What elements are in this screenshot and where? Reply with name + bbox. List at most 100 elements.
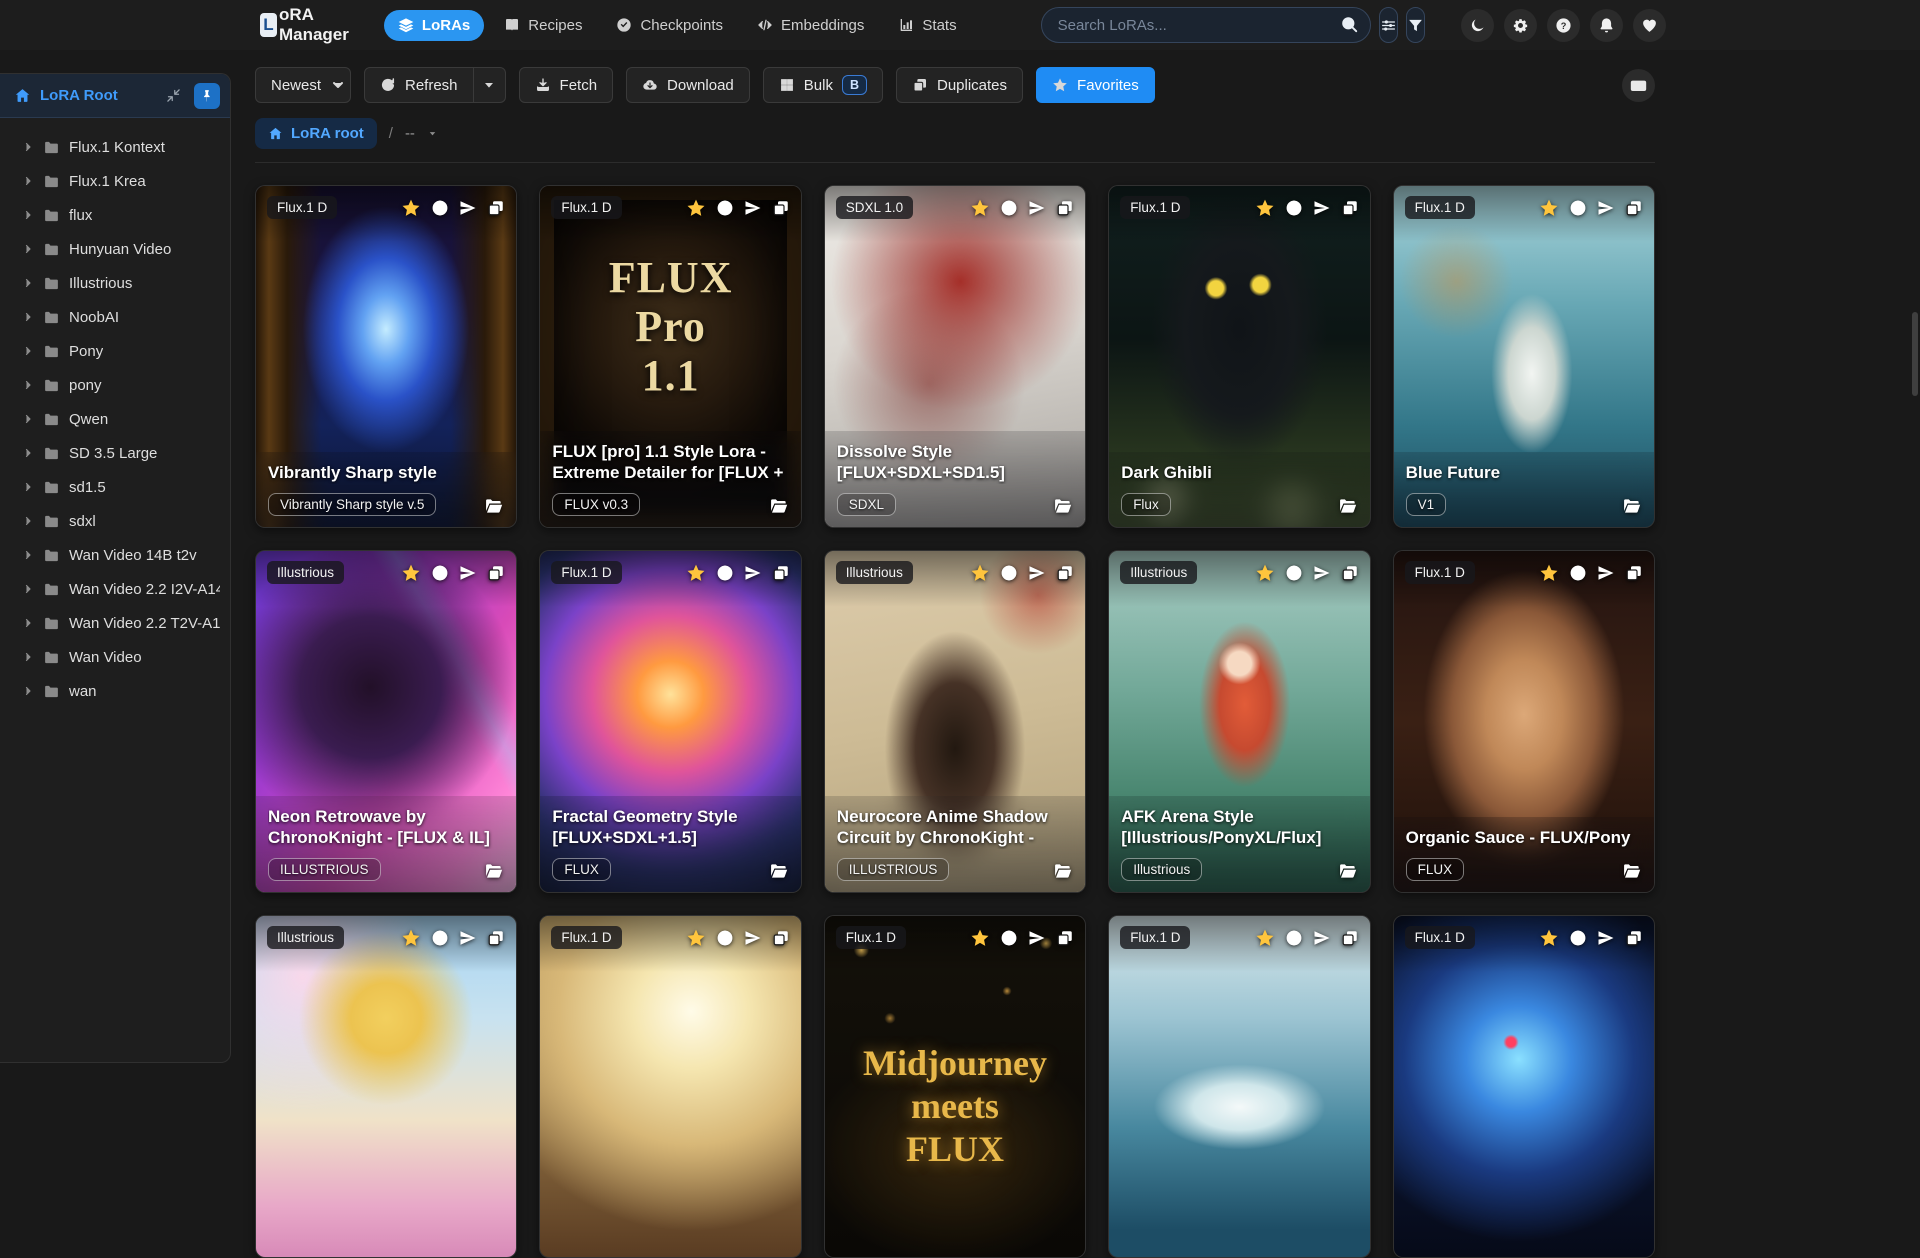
filter-button[interactable] <box>1406 7 1425 43</box>
duplicates-button[interactable]: Duplicates <box>896 67 1023 103</box>
copy-icon[interactable] <box>1341 564 1359 582</box>
lora-card[interactable]: Flux.1 D <box>255 185 517 528</box>
favorite-star-icon[interactable] <box>1539 198 1559 218</box>
globe-icon[interactable] <box>716 199 734 217</box>
folder-tree-item[interactable]: wan <box>0 674 230 708</box>
pin-sidebar-button[interactable] <box>194 83 220 109</box>
send-icon[interactable] <box>1313 199 1331 217</box>
chevron-right-icon[interactable] <box>22 277 34 289</box>
bulk-button[interactable]: Bulk B <box>763 67 883 103</box>
support-button[interactable] <box>1633 9 1666 42</box>
folder-tree-item[interactable]: pony <box>0 368 230 402</box>
help-button[interactable]: ? <box>1547 9 1580 42</box>
send-icon[interactable] <box>1597 199 1615 217</box>
send-icon[interactable] <box>744 929 762 947</box>
chevron-right-icon[interactable] <box>22 379 34 391</box>
chevron-right-icon[interactable] <box>22 141 34 153</box>
copy-icon[interactable] <box>1625 929 1643 947</box>
send-icon[interactable] <box>1313 929 1331 947</box>
refresh-options-button[interactable] <box>474 67 506 103</box>
send-icon[interactable] <box>744 199 762 217</box>
folder-tree-item[interactable]: Flux.1 Kontext <box>0 130 230 164</box>
favorite-star-icon[interactable] <box>686 198 706 218</box>
globe-icon[interactable] <box>1000 199 1018 217</box>
chevron-right-icon[interactable] <box>22 243 34 255</box>
favorite-star-icon[interactable] <box>970 928 990 948</box>
favorite-star-icon[interactable] <box>686 928 706 948</box>
collapse-tree-icon[interactable] <box>166 88 181 103</box>
breadcrumb-dropdown-icon[interactable] <box>427 128 438 139</box>
copy-icon[interactable] <box>1056 564 1074 582</box>
globe-icon[interactable] <box>431 199 449 217</box>
lora-card[interactable]: Illustrious <box>255 550 517 893</box>
search-icon[interactable] <box>1340 15 1359 34</box>
chevron-right-icon[interactable] <box>22 209 34 221</box>
copy-icon[interactable] <box>1056 929 1074 947</box>
folder-open-icon[interactable] <box>769 861 789 881</box>
folder-tree-item[interactable]: Wan Video 14B t2v <box>0 538 230 572</box>
lora-card[interactable]: Flux.1 D <box>1108 915 1370 1258</box>
send-icon[interactable] <box>459 199 477 217</box>
globe-icon[interactable] <box>1569 929 1587 947</box>
favorite-star-icon[interactable] <box>1255 198 1275 218</box>
folder-tree-item[interactable]: Hunyuan Video <box>0 232 230 266</box>
favorite-star-icon[interactable] <box>970 198 990 218</box>
version-badge[interactable]: FLUX <box>552 858 611 881</box>
chevron-right-icon[interactable] <box>22 583 34 595</box>
copy-icon[interactable] <box>487 564 505 582</box>
globe-icon[interactable] <box>1000 929 1018 947</box>
nav-tab-checkpoints[interactable]: Checkpoints <box>602 10 737 41</box>
folder-open-icon[interactable] <box>769 496 789 516</box>
lora-card[interactable]: Illustrious <box>1108 550 1370 893</box>
globe-icon[interactable] <box>716 929 734 947</box>
download-button[interactable]: Download <box>626 67 750 103</box>
lora-card[interactable]: Flux.1 D <box>1393 550 1655 893</box>
send-icon[interactable] <box>1028 564 1046 582</box>
favorites-filter-button[interactable]: Favorites <box>1036 67 1155 103</box>
globe-icon[interactable] <box>1569 564 1587 582</box>
globe-icon[interactable] <box>431 929 449 947</box>
version-badge[interactable]: ILLUSTRIOUS <box>268 858 381 881</box>
chevron-right-icon[interactable] <box>22 617 34 629</box>
version-badge[interactable]: FLUX <box>1406 858 1465 881</box>
globe-icon[interactable] <box>716 564 734 582</box>
copy-icon[interactable] <box>1625 564 1643 582</box>
folder-tree-item[interactable]: NoobAI <box>0 300 230 334</box>
notifications-button[interactable] <box>1590 9 1623 42</box>
folder-open-icon[interactable] <box>1053 861 1073 881</box>
version-badge[interactable]: ILLUSTRIOUS <box>837 858 950 881</box>
folder-tree-item[interactable]: sdxl <box>0 504 230 538</box>
folder-tree-item[interactable]: Pony <box>0 334 230 368</box>
copy-icon[interactable] <box>772 199 790 217</box>
favorite-star-icon[interactable] <box>1539 563 1559 583</box>
nav-tab-embeddings[interactable]: Embeddings <box>743 10 878 41</box>
lora-card[interactable]: FLUX Pro 1.1 Flux.1 D <box>539 185 801 528</box>
copy-icon[interactable] <box>487 199 505 217</box>
version-badge[interactable]: SDXL <box>837 493 896 516</box>
folder-tree-item[interactable]: SD 3.5 Large <box>0 436 230 470</box>
folder-open-icon[interactable] <box>484 496 504 516</box>
chevron-right-icon[interactable] <box>22 549 34 561</box>
lora-card[interactable]: SDXL 1.0 <box>824 185 1086 528</box>
folder-open-icon[interactable] <box>1053 496 1073 516</box>
folder-open-icon[interactable] <box>1622 496 1642 516</box>
folder-open-icon[interactable] <box>1338 861 1358 881</box>
search-options-button[interactable] <box>1379 7 1398 43</box>
globe-icon[interactable] <box>1569 199 1587 217</box>
favorite-star-icon[interactable] <box>1255 563 1275 583</box>
fetch-button[interactable]: Fetch <box>519 67 614 103</box>
folder-open-icon[interactable] <box>1338 496 1358 516</box>
folder-tree-item[interactable]: Wan Video 2.2 T2V-A14B <box>0 606 230 640</box>
chevron-right-icon[interactable] <box>22 447 34 459</box>
version-badge[interactable]: Vibrantly Sharp style v.5 <box>268 493 436 516</box>
favorite-star-icon[interactable] <box>970 563 990 583</box>
folder-tree-item[interactable]: Qwen <box>0 402 230 436</box>
favorite-star-icon[interactable] <box>1255 928 1275 948</box>
chevron-right-icon[interactable] <box>22 515 34 527</box>
chevron-right-icon[interactable] <box>22 175 34 187</box>
copy-icon[interactable] <box>1341 929 1359 947</box>
version-badge[interactable]: V1 <box>1406 493 1447 516</box>
globe-icon[interactable] <box>1285 929 1303 947</box>
globe-icon[interactable] <box>431 564 449 582</box>
nav-tab-recipes[interactable]: Recipes <box>490 10 596 41</box>
